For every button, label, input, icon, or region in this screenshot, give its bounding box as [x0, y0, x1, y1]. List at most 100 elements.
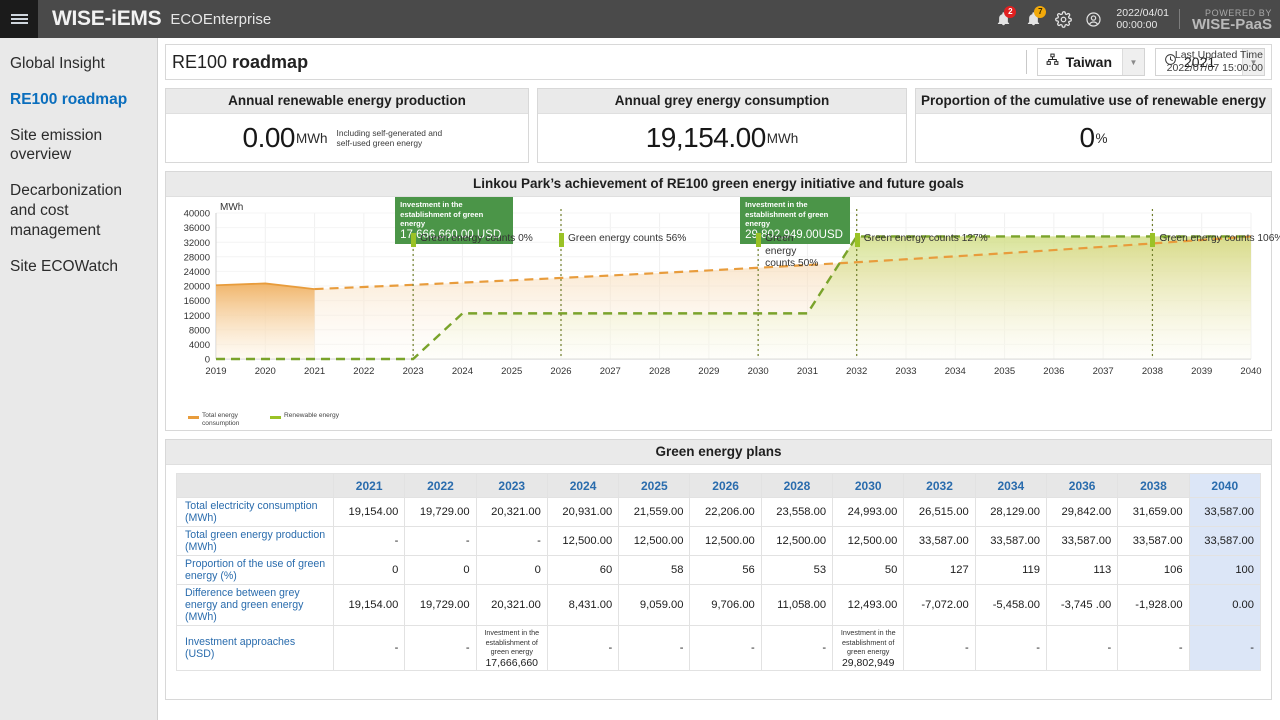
- table-cell: 9,059.00: [618, 584, 691, 626]
- investment-note: Investment in the establishment of green…: [484, 628, 540, 656]
- investment-amount: 29,802,949: [841, 656, 895, 669]
- table-body: Total electricity consumption (MWh) 19,15…: [176, 497, 1262, 671]
- alert-bell-icon[interactable]: 2: [988, 0, 1018, 38]
- table-row-label: Proportion of the use of green energy (%…: [176, 555, 334, 585]
- table-cell: -: [404, 526, 477, 556]
- last-updated-value: 2022/07/07 15:00:00: [1166, 62, 1263, 74]
- annotation-marker-icon: [411, 233, 417, 247]
- table-cell: 19,729.00: [404, 497, 477, 527]
- user-avatar-icon[interactable]: [1078, 0, 1108, 38]
- table-cell: 58: [618, 555, 691, 585]
- table-cell: -: [332, 625, 406, 671]
- table-cell: 33,587.00: [1188, 526, 1262, 556]
- hamburger-icon[interactable]: [0, 0, 38, 38]
- brand-logo: WISE-iEMS: [52, 7, 162, 30]
- table-cell: 8,431.00: [546, 584, 620, 626]
- alert-count-badge: 2: [1004, 6, 1017, 18]
- table-col-header-2030[interactable]: 2030: [832, 473, 905, 498]
- chevron-down-icon[interactable]: ▼: [1122, 49, 1144, 75]
- table-cell: 12,500.00: [689, 526, 762, 556]
- svg-text:2020: 2020: [255, 366, 276, 377]
- page-title: RE100 roadmap: [172, 52, 308, 73]
- svg-text:2032: 2032: [846, 366, 867, 377]
- site-selector-value: Taiwan: [1065, 54, 1112, 70]
- legend-item-renewable-energy: Renewable energy: [270, 412, 339, 420]
- table-cell: 53: [760, 555, 834, 585]
- gear-icon[interactable]: [1048, 0, 1078, 38]
- kpi-unit-cumulative-proportion: %: [1095, 130, 1108, 146]
- svg-text:36000: 36000: [184, 223, 210, 234]
- svg-text:2021: 2021: [304, 366, 325, 377]
- chart-annotation: Green energy counts 127%: [854, 233, 1025, 247]
- roadmap-chart-title: Linkou Park’s achievement of RE100 green…: [166, 172, 1271, 197]
- svg-text:8000: 8000: [189, 325, 210, 336]
- investment-note: Investment in the establishment of green…: [840, 628, 896, 656]
- table-row-investment: Investment approaches (USD) - - Investment …: [176, 625, 1262, 671]
- page-title-prefix: RE100: [172, 51, 228, 72]
- kpi-body-cumulative-proportion: 0 %: [916, 114, 1271, 162]
- table-corner-cell: [176, 473, 334, 498]
- table-col-header-2028[interactable]: 2028: [760, 473, 834, 498]
- table-row-label: Total green energy production (MWh): [176, 526, 334, 556]
- table-cell: -1,928.00: [1117, 584, 1190, 626]
- svg-text:2025: 2025: [501, 366, 522, 377]
- table-col-header-2023[interactable]: 2023: [475, 473, 548, 498]
- legend-swatch-renewable-energy: [270, 416, 281, 419]
- table-cell: -: [903, 625, 976, 671]
- table-cell: 19,154.00: [332, 584, 406, 626]
- sidebar: Global Insight RE100 roadmap Site emissi…: [0, 38, 158, 720]
- table-cell: 56: [689, 555, 762, 585]
- sidebar-item-site-ecowatch[interactable]: Site ECOWatch: [0, 249, 157, 285]
- svg-text:40000: 40000: [184, 209, 210, 220]
- table-col-header-2024[interactable]: 2024: [546, 473, 620, 498]
- table-col-header-2021[interactable]: 2021: [332, 473, 406, 498]
- table-cell: -: [760, 625, 834, 671]
- sidebar-item-re100-roadmap[interactable]: RE100 roadmap: [0, 82, 157, 118]
- kpi-row: Annual renewable energy production 0.00 …: [165, 88, 1272, 163]
- annotation-marker-icon: [854, 233, 860, 247]
- svg-text:2036: 2036: [1043, 366, 1064, 377]
- table-col-header-2022[interactable]: 2022: [404, 473, 477, 498]
- svg-text:2019: 2019: [205, 366, 226, 377]
- table-col-header-2038[interactable]: 2038: [1117, 473, 1190, 498]
- annotation-label: Green energy counts 127%: [863, 233, 988, 244]
- toolbar-divider: [1025, 50, 1027, 74]
- sidebar-item-global-insight[interactable]: Global Insight: [0, 46, 157, 82]
- table-head: 2021 2022 2023 2024 2025 2026 2028 2030 2032 2034…: [176, 473, 1262, 498]
- table-cell: 0: [475, 555, 548, 585]
- svg-text:2038: 2038: [1142, 366, 1163, 377]
- table-cell: -3,745 .00: [1045, 584, 1119, 626]
- investment-badge-note: Investment in the establishment of green…: [745, 200, 829, 228]
- table-cell: 12,500.00: [618, 526, 691, 556]
- table-cell: 33,587.00: [1117, 526, 1190, 556]
- legend-label-total-energy: Total energy consumption: [202, 412, 240, 427]
- table-col-header-2025[interactable]: 2025: [618, 473, 691, 498]
- table-cell: 19,154.00: [332, 497, 406, 527]
- table-row-label: Difference between grey energy and green…: [176, 584, 334, 626]
- site-selector[interactable]: Taiwan ▼: [1036, 48, 1145, 76]
- sidebar-item-decarbonization-cost[interactable]: Decarbonization and cost management: [0, 173, 157, 248]
- site-selector-body[interactable]: Taiwan: [1038, 49, 1122, 75]
- table-col-header-2040[interactable]: 2040: [1188, 473, 1262, 498]
- table-cell: -5,458.00: [974, 584, 1047, 626]
- table-cell: -: [1188, 625, 1262, 671]
- kpi-title-cumulative-proportion: Proportion of the cumulative use of rene…: [916, 89, 1271, 114]
- table-cell: 119: [974, 555, 1047, 585]
- table-col-header-2026[interactable]: 2026: [689, 473, 762, 498]
- table-row: Proportion of the use of green energy (%…: [176, 555, 1262, 585]
- kpi-note-renewable-production: Including self-generated and self-used g…: [336, 128, 443, 148]
- table-cell: -: [404, 625, 477, 671]
- table-cell: 20,321.00: [475, 584, 548, 626]
- timestamp-time: 00:00:00: [1116, 19, 1158, 31]
- table-col-header-2032[interactable]: 2032: [903, 473, 976, 498]
- last-updated-time: Last Updated Time 2022/07/07 15:00:00: [1167, 49, 1263, 75]
- kpi-card-grey-consumption: Annual grey energy consumption 19,154.00…: [537, 88, 907, 163]
- table-col-header-2036[interactable]: 2036: [1045, 473, 1119, 498]
- annotation-marker-icon: [559, 233, 564, 247]
- table-cell: 12,500.00: [760, 526, 834, 556]
- sidebar-item-site-emission-overview[interactable]: Site emission overview: [0, 118, 157, 174]
- table-col-header-2034[interactable]: 2034: [974, 473, 1047, 498]
- svg-text:12000: 12000: [184, 311, 210, 322]
- svg-text:2037: 2037: [1093, 366, 1114, 377]
- notification-bell-icon[interactable]: 7: [1018, 0, 1048, 38]
